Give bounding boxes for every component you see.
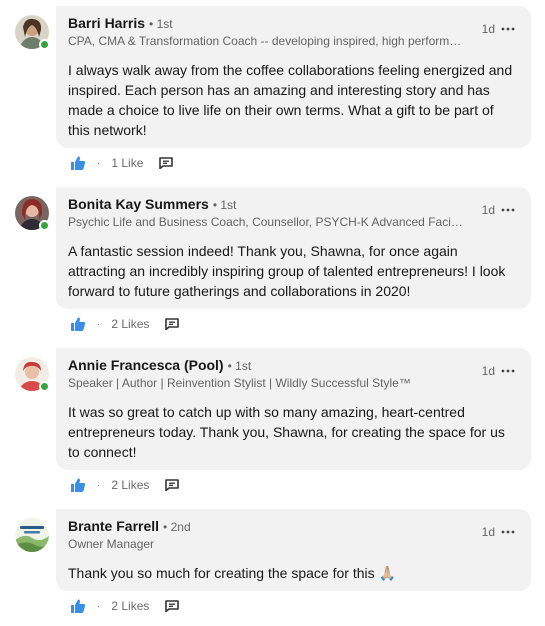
comment-icon[interactable]	[165, 479, 180, 491]
likes-count[interactable]: 1 Like	[111, 156, 143, 170]
comment-text: A fantastic session indeed! Thank you, S…	[68, 243, 506, 299]
comment-text: I always walk away from the coffee colla…	[68, 62, 513, 138]
comment-meta: 1d	[482, 203, 515, 217]
online-status-icon	[39, 39, 50, 50]
comment-actions: · 2 Likes	[69, 596, 180, 616]
comment-text: Thank you so much for creating the space…	[68, 565, 396, 581]
comment-meta: 1d	[482, 525, 515, 539]
separator-dot: ·	[97, 157, 101, 169]
connection-degree: • 1st	[227, 359, 252, 373]
comment-time: 1d	[481, 364, 495, 378]
thumbs-up-icon[interactable]	[69, 476, 87, 494]
comment-text: It was so great to catch up with so many…	[68, 404, 505, 460]
likes-count[interactable]: 2 Likes	[111, 317, 149, 331]
more-icon[interactable]	[501, 369, 515, 373]
likes-count[interactable]: 2 Likes	[111, 478, 149, 492]
separator-dot: ·	[97, 479, 101, 491]
connection-degree: • 1st	[212, 198, 237, 212]
author-headline: Owner Manager	[68, 537, 155, 551]
thumbs-up-icon[interactable]	[69, 315, 87, 333]
separator-dot: ·	[97, 318, 101, 330]
author-name[interactable]: Brante Farrell	[68, 518, 159, 534]
comment-icon[interactable]	[165, 600, 180, 612]
thumbs-up-icon[interactable]	[69, 154, 87, 172]
comment-bubble: Barri Harris • 1st CPA, CMA & Transforma…	[56, 6, 531, 148]
comment-icon[interactable]	[165, 318, 180, 330]
author-headline: Speaker | Author | Reinvention Stylist |…	[68, 376, 411, 390]
separator-dot: ·	[97, 600, 101, 612]
comment-time: 1d	[481, 203, 495, 217]
online-status-icon	[39, 381, 50, 392]
comment-actions: · 2 Likes	[69, 475, 180, 495]
comment-time: 1d	[481, 525, 495, 539]
comment-actions: · 1 Like	[69, 153, 174, 173]
comment-bubble: Brante Farrell • 2nd Owner Manager Thank…	[56, 509, 531, 591]
author-name[interactable]: Bonita Kay Summers	[68, 196, 209, 212]
comment-meta: 1d	[482, 22, 515, 36]
comment-actions: · 2 Likes	[69, 314, 180, 334]
likes-count[interactable]: 2 Likes	[111, 599, 149, 613]
comment-meta: 1d	[482, 364, 515, 378]
connection-degree: • 2nd	[163, 520, 191, 534]
more-icon[interactable]	[501, 530, 515, 534]
more-icon[interactable]	[501, 27, 515, 31]
more-icon[interactable]	[501, 208, 515, 212]
avatar[interactable]	[15, 357, 50, 392]
author-headline: CPA, CMA & Transformation Coach -- devel…	[68, 34, 464, 48]
comment-bubble: Annie Francesca (Pool) • 1st Speaker | A…	[56, 348, 531, 470]
author-headline: Psychic Life and Business Coach, Counsel…	[68, 215, 464, 229]
author-name[interactable]: Annie Francesca (Pool)	[68, 357, 224, 373]
avatar[interactable]	[15, 15, 50, 50]
avatar[interactable]	[15, 518, 49, 552]
author-name[interactable]: Barri Harris	[68, 15, 145, 31]
comment-time: 1d	[481, 22, 495, 36]
comment-icon[interactable]	[159, 157, 174, 169]
online-status-icon	[39, 220, 50, 231]
avatar-image	[15, 518, 49, 552]
thumbs-up-icon[interactable]	[69, 597, 87, 615]
avatar[interactable]	[15, 196, 50, 231]
connection-degree: • 1st	[149, 17, 173, 31]
comment-bubble: Bonita Kay Summers • 1st Psychic Life an…	[56, 187, 531, 309]
